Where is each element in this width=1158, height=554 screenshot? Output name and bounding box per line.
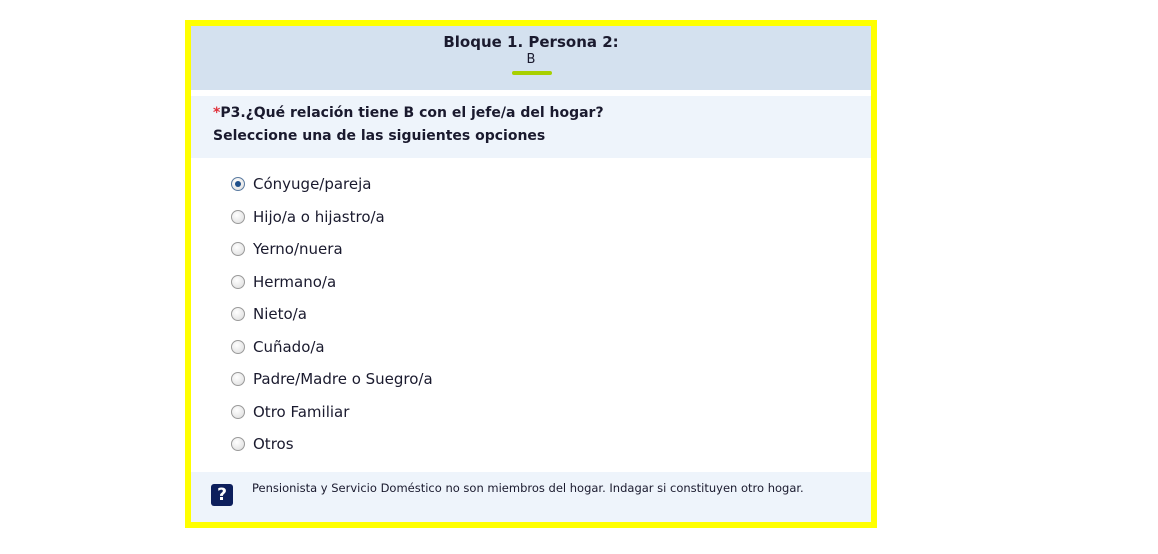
question-mark-icon[interactable]: ? (211, 484, 233, 506)
option-otro-familiar[interactable]: Otro Familiar (231, 396, 433, 429)
option-conyuge[interactable]: Cónyuge/pareja (231, 168, 433, 201)
option-label[interactable]: Hermano/a (253, 273, 336, 291)
person-name-underline (512, 71, 552, 75)
option-hermano[interactable]: Hermano/a (231, 266, 433, 299)
help-box: ? Pensionista y Servicio Doméstico no so… (191, 472, 871, 522)
question-box: *P3.¿Qué relación tiene B con el jefe/a … (191, 96, 871, 158)
radio-button[interactable] (231, 372, 245, 387)
question-label: P3.¿Qué relación tiene B con el jefe/a d… (220, 105, 604, 121)
radio-button[interactable] (231, 307, 245, 322)
radio-button[interactable] (231, 339, 245, 354)
block-header: Bloque 1. Persona 2: B (191, 26, 871, 90)
option-label[interactable]: Yerno/nuera (253, 240, 343, 258)
question-panel: Bloque 1. Persona 2: B *P3.¿Qué relación… (185, 20, 877, 528)
radio-button[interactable] (231, 437, 245, 452)
option-hijo[interactable]: Hijo/a o hijastro/a (231, 201, 433, 234)
radio-button-selected[interactable] (231, 177, 245, 192)
option-otros[interactable]: Otros (231, 428, 433, 461)
person-name: B (526, 52, 536, 67)
option-label[interactable]: Hijo/a o hijastro/a (253, 208, 385, 226)
question-instruction: Seleccione una de las siguientes opcione… (213, 128, 546, 144)
radio-button[interactable] (231, 404, 245, 419)
option-label[interactable]: Otros (253, 435, 294, 453)
option-label[interactable]: Otro Familiar (253, 403, 349, 421)
help-text: Pensionista y Servicio Doméstico no son … (252, 481, 804, 495)
option-label[interactable]: Padre/Madre o Suegro/a (253, 370, 433, 388)
option-label[interactable]: Cónyuge/pareja (253, 175, 371, 193)
option-label[interactable]: Cuñado/a (253, 338, 325, 356)
option-nieto[interactable]: Nieto/a (231, 298, 433, 331)
option-label[interactable]: Nieto/a (253, 305, 307, 323)
option-yerno[interactable]: Yerno/nuera (231, 233, 433, 266)
radio-button[interactable] (231, 209, 245, 224)
radio-button[interactable] (231, 274, 245, 289)
question-text: *P3.¿Qué relación tiene B con el jefe/a … (213, 105, 604, 121)
options-radio-group: Cónyuge/pareja Hijo/a o hijastro/a Yerno… (231, 168, 433, 461)
radio-button[interactable] (231, 242, 245, 257)
block-title: Bloque 1. Persona 2: (443, 33, 619, 51)
option-padre-madre-suegro[interactable]: Padre/Madre o Suegro/a (231, 363, 433, 396)
option-cunado[interactable]: Cuñado/a (231, 331, 433, 364)
